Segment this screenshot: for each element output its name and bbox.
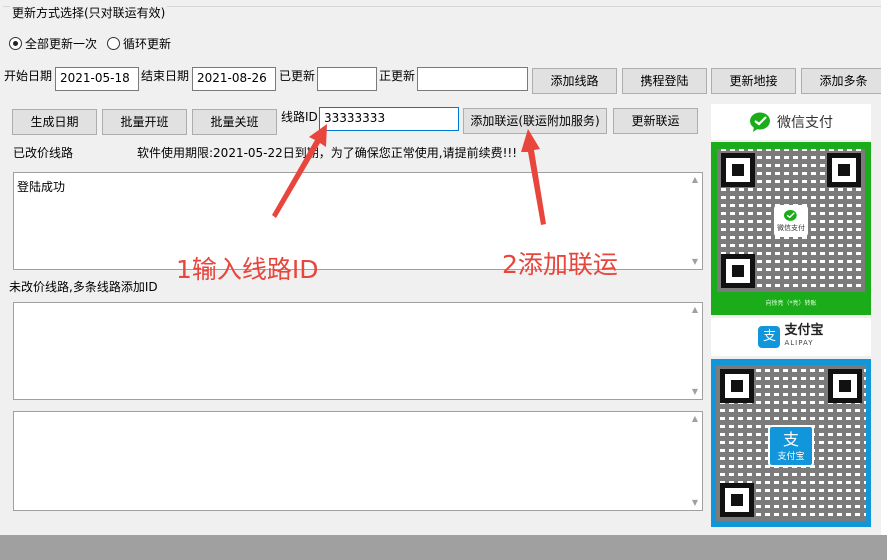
annotation-step1: 1输入线路ID — [176, 255, 319, 284]
annotation-step2: 2添加联运 — [502, 250, 618, 279]
wechat-pay-header: 微信支付 — [711, 104, 871, 140]
alipay-icon: 支 — [758, 326, 781, 348]
wechat-icon — [750, 112, 770, 132]
alipay-header: 支 支付宝 ALIPAY — [711, 318, 871, 356]
alipay-qr-panel: 支 支付宝 — [711, 359, 871, 527]
window-edge — [881, 0, 887, 535]
status-bar — [0, 535, 887, 560]
alipay-qr-logo: 支 支付宝 — [768, 425, 814, 467]
arrow-to-add-partner — [521, 129, 546, 225]
wechat-logo-icon — [784, 209, 797, 221]
wechat-qr-code: 微信支付 — [717, 149, 865, 292]
wechat-qr-panel: 微信支付 向徐亮（*亮）转账 — [711, 142, 871, 315]
alipay-title: 支付宝 — [784, 323, 824, 338]
alipay-logo-glyph: 支 — [782, 429, 799, 449]
alipay-sub: ALIPAY — [784, 339, 814, 347]
wechat-caption: 向徐亮（*亮）转账 — [765, 300, 817, 307]
alipay-qr-code: 支 支付宝 — [716, 365, 866, 521]
alipay-logo-text: 支付宝 — [777, 451, 805, 462]
wechat-qr-logo: 微信支付 — [774, 205, 808, 237]
wechat-logo-text: 微信支付 — [777, 224, 805, 232]
arrow-to-route-id — [272, 124, 327, 218]
wechat-pay-title: 微信支付 — [777, 115, 833, 131]
